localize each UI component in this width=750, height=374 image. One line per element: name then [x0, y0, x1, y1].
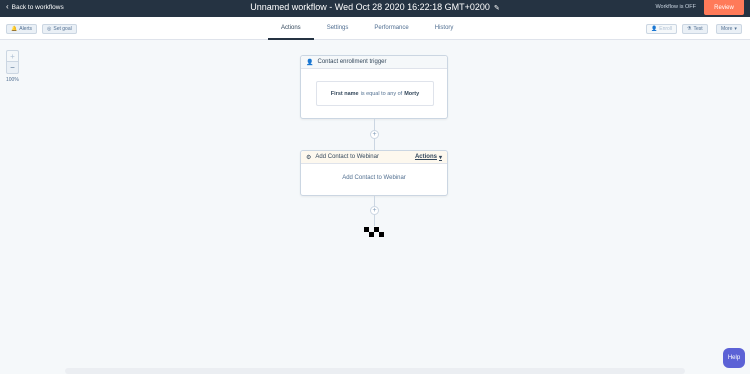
action-header: ⚙ Add Contact to Webinar Actions ▾ — [301, 151, 447, 164]
person-icon: 👤 — [306, 59, 314, 66]
alerts-label: Alerts — [19, 26, 33, 32]
trigger-header: 👤 Contact enrollment trigger — [301, 56, 447, 69]
enroll-label: Enroll — [659, 26, 673, 32]
horizontal-scrollbar[interactable] — [65, 368, 685, 374]
add-action-button[interactable]: + — [370, 206, 379, 215]
filter-value: Morty — [404, 90, 420, 97]
tab-bar: Actions Settings Performance History — [268, 17, 466, 40]
zoom-controls: + − 100% — [6, 50, 19, 83]
zoom-level: 100% — [6, 77, 19, 83]
add-action-button[interactable]: + — [370, 130, 379, 139]
webinar-action-card[interactable]: ⚙ Add Contact to Webinar Actions ▾ Add C… — [300, 150, 448, 196]
review-button[interactable]: Review — [704, 0, 744, 15]
secondary-toolbar: 🔔 Alerts ◎ Set goal Actions Settings Per… — [0, 17, 750, 40]
alerts-button[interactable]: 🔔 Alerts — [6, 24, 38, 34]
set-goal-button[interactable]: ◎ Set goal — [42, 24, 77, 34]
action-header-label: Add Contact to Webinar — [315, 154, 379, 160]
workflow-end-flag-icon — [364, 227, 384, 237]
chevron-down-icon: ▾ — [734, 26, 737, 32]
target-icon: ◎ — [47, 26, 52, 32]
tab-settings[interactable]: Settings — [314, 17, 362, 40]
filter-field: First name — [330, 90, 359, 97]
more-label: More — [721, 26, 733, 32]
trigger-filter[interactable]: First name is equal to any of Morty — [316, 81, 434, 106]
bell-icon: 🔔 — [11, 26, 18, 32]
set-goal-label: Set goal — [53, 26, 72, 32]
zoom-in-button[interactable]: + — [6, 50, 19, 62]
tab-history[interactable]: History — [422, 17, 467, 40]
test-label: Test — [693, 26, 703, 32]
zoom-out-button[interactable]: − — [6, 62, 19, 74]
enrollment-trigger-card[interactable]: 👤 Contact enrollment trigger First name … — [300, 55, 448, 119]
enroll-button[interactable]: 👤 Enroll — [646, 24, 678, 34]
beaker-icon: ⚗ — [687, 26, 692, 32]
workflow-status: Workflow is OFF — [655, 4, 696, 10]
action-body: Add Contact to Webinar — [342, 175, 406, 181]
tab-performance[interactable]: Performance — [361, 17, 421, 40]
tab-actions[interactable]: Actions — [268, 17, 314, 40]
filter-operator: is equal to any of — [360, 90, 403, 97]
pencil-icon[interactable]: ✎ — [494, 5, 500, 12]
actions-menu[interactable]: Actions ▾ — [415, 154, 442, 161]
help-button[interactable]: Help — [723, 348, 745, 368]
trigger-header-label: Contact enrollment trigger — [317, 59, 387, 65]
chevron-down-icon: ▾ — [438, 154, 442, 161]
workflow-title[interactable]: Unnamed workflow - Wed Oct 28 2020 16:22… — [0, 2, 750, 12]
person-icon: 👤 — [651, 26, 658, 32]
workflow-title-text: Unnamed workflow - Wed Oct 28 2020 16:22… — [250, 2, 490, 12]
top-bar: ‹ Back to workflows Unnamed workflow - W… — [0, 0, 750, 17]
gear-icon: ⚙ — [306, 154, 312, 161]
more-dropdown[interactable]: More ▾ — [716, 24, 742, 34]
test-button[interactable]: ⚗ Test — [682, 24, 708, 34]
actions-menu-label: Actions — [414, 154, 437, 160]
